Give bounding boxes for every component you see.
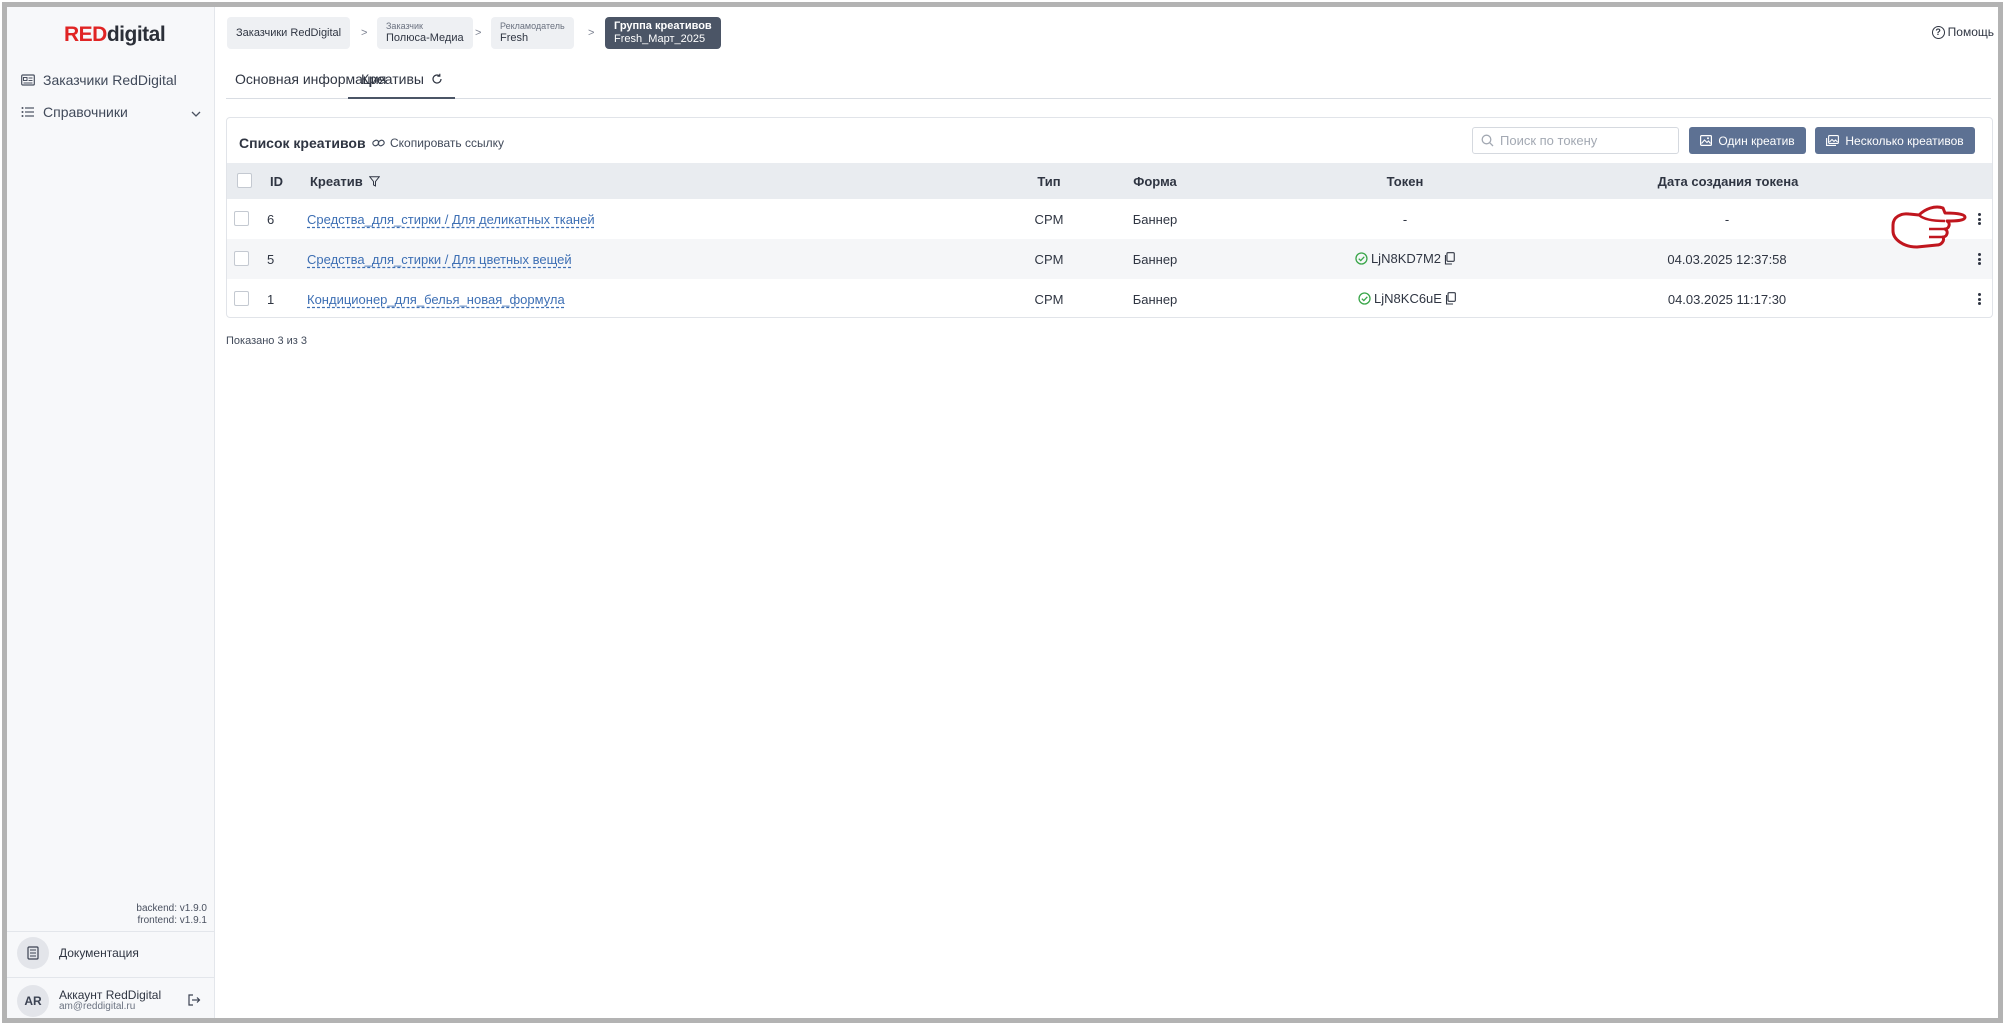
- cell-type: CPM: [1034, 252, 1064, 267]
- creative-link[interactable]: Средства_для_стирки / Для деликатных тка…: [307, 212, 595, 227]
- column-creative: Креатив: [310, 174, 380, 189]
- cell-token-date: 04.03.2025 11:17:30: [1667, 292, 1787, 307]
- sidebar-item-label: Справочники: [43, 104, 128, 120]
- copy-link-button[interactable]: Скопировать ссылку: [372, 136, 504, 150]
- app-window: REDdigital Заказчики RedDigital Справочн…: [2, 2, 2003, 1023]
- token-search: [1472, 127, 1679, 154]
- cell-token: LjN8KC6uE: [1355, 291, 1459, 306]
- table-row: 1 Кондиционер_для_белья_новая_формула CP…: [227, 279, 1992, 319]
- add-multiple-creatives-button[interactable]: Несколько креативов: [1815, 127, 1975, 154]
- cell-token: -: [1402, 212, 1408, 227]
- tab-bar: Основная информация Креативы: [226, 57, 1991, 99]
- table-row: 5 Средства_для_стирки / Для цветных веще…: [227, 239, 1992, 279]
- breadcrumb-customer[interactable]: Заказчик Полюса-Медиа: [377, 17, 473, 49]
- breadcrumb-customers[interactable]: Заказчики RedDigital: [227, 17, 351, 49]
- sidebar-item-label: Заказчики RedDigital: [43, 72, 177, 88]
- cell-form: Баннер: [1132, 212, 1178, 227]
- cell-type: CPM: [1034, 212, 1064, 227]
- row-checkbox[interactable]: [234, 291, 249, 306]
- copy-icon[interactable]: [1441, 252, 1458, 265]
- table-header: ID Креатив Тип Форма Токен Дата создания…: [227, 163, 1992, 199]
- rows-shown-count: Показано 3 из 3: [226, 335, 308, 347]
- active-tab-indicator: [348, 97, 455, 99]
- images-icon: [1826, 135, 1845, 146]
- copy-icon[interactable]: [1442, 292, 1459, 305]
- documentation-button[interactable]: Документация: [17, 937, 139, 969]
- row-checkbox[interactable]: [234, 211, 249, 226]
- breadcrumb-advertiser[interactable]: Рекламодатель Fresh: [491, 17, 574, 49]
- column-type: Тип: [1037, 174, 1061, 189]
- column-form: Форма: [1133, 174, 1177, 189]
- image-icon: [1700, 135, 1718, 146]
- cell-form: Баннер: [1132, 252, 1178, 267]
- cell-form: Баннер: [1132, 292, 1178, 307]
- more-actions-icon[interactable]: [1976, 251, 1982, 267]
- divider: [7, 977, 215, 978]
- row-checkbox[interactable]: [234, 251, 249, 266]
- logo: REDdigital: [64, 23, 166, 46]
- chevron-right-icon: >: [588, 27, 595, 39]
- cell-type: CPM: [1034, 292, 1064, 307]
- add-single-creative-button[interactable]: Один креатив: [1689, 127, 1806, 154]
- creative-link[interactable]: Средства_для_стирки / Для цветных вещей: [307, 252, 572, 267]
- cell-id: 5: [267, 252, 275, 267]
- avatar: AR: [17, 985, 49, 1017]
- select-all-checkbox[interactable]: [237, 173, 252, 188]
- creatives-list-card: Список креативов Скопировать ссылку Один…: [226, 117, 1993, 318]
- account-block: AR Аккаунт RedDigital am@reddigital.ru: [17, 985, 207, 1017]
- cell-id: 1: [267, 292, 275, 307]
- search-input[interactable]: [1500, 133, 1670, 148]
- sidebar: REDdigital Заказчики RedDigital Справочн…: [7, 7, 215, 1018]
- chevron-right-icon: >: [475, 27, 482, 39]
- refresh-icon[interactable]: [431, 73, 443, 85]
- logout-icon[interactable]: [187, 993, 201, 1012]
- cell-token-date: -: [1724, 212, 1730, 227]
- sidebar-item-customers[interactable]: Заказчики RedDigital: [21, 69, 177, 91]
- check-circle-icon: [1352, 252, 1371, 265]
- filter-icon[interactable]: [368, 176, 380, 187]
- document-icon: [17, 937, 49, 969]
- tab-creatives[interactable]: Креативы: [361, 71, 443, 87]
- column-token-date: Дата создания токена: [1657, 174, 1799, 189]
- table-row: 6 Средства_для_стирки / Для деликатных т…: [227, 199, 1992, 239]
- more-actions-icon[interactable]: [1976, 291, 1982, 307]
- creative-link[interactable]: Кондиционер_для_белья_новая_формула: [307, 292, 565, 307]
- version-info: backend: v1.9.0 frontend: v1.9.1: [136, 903, 207, 926]
- link-icon: [372, 138, 390, 148]
- cell-id: 6: [267, 212, 275, 227]
- account-name: Аккаунт RedDigital: [59, 988, 162, 1002]
- question-icon: ?: [1931, 25, 1945, 39]
- help-button[interactable]: ? Помощь: [1931, 25, 1994, 39]
- search-icon: [1481, 134, 1494, 147]
- account-email: am@reddigital.ru: [59, 1001, 136, 1012]
- sidebar-item-references[interactable]: Справочники: [21, 101, 201, 123]
- pointing-hand-icon: [1889, 203, 1969, 262]
- check-circle-icon: [1355, 292, 1374, 305]
- cell-token-date: 04.03.2025 12:37:58: [1667, 252, 1787, 267]
- chevron-down-icon: [191, 105, 201, 121]
- main-content: Заказчики RedDigital > Заказчик Полюса-М…: [216, 7, 1998, 1018]
- chevron-right-icon: >: [361, 27, 368, 39]
- column-token: Токен: [1386, 174, 1424, 189]
- list-icon: [21, 106, 35, 118]
- column-id: ID: [270, 174, 283, 189]
- id-card-icon: [21, 74, 35, 86]
- list-title: Список креативов: [239, 135, 366, 151]
- breadcrumb-creative-group[interactable]: Группа креативов Fresh_Март_2025: [605, 17, 721, 49]
- more-actions-icon[interactable]: [1976, 211, 1982, 227]
- cell-token: LjN8KD7M2: [1352, 251, 1458, 266]
- divider: [7, 931, 215, 932]
